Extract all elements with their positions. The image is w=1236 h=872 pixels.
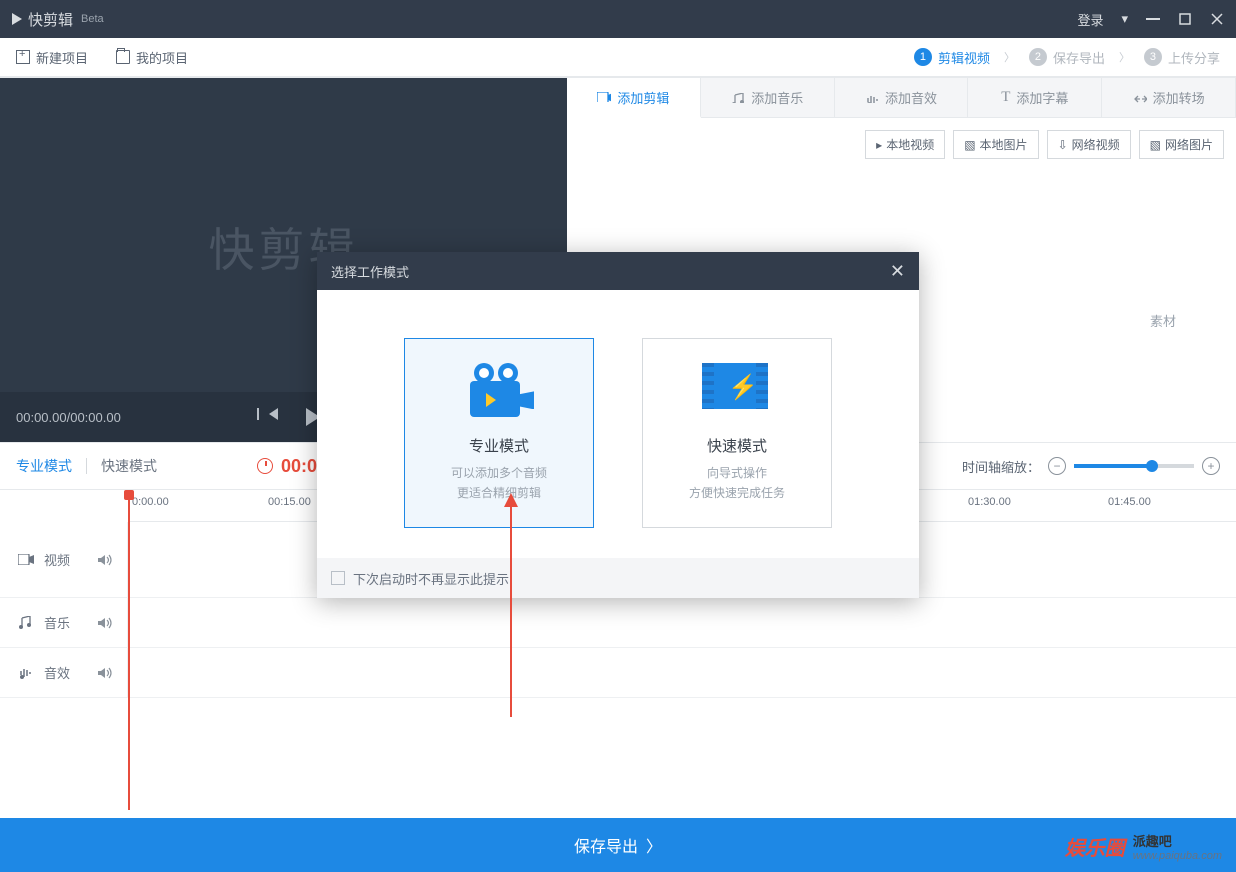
new-project-label: 新建项目 — [36, 48, 88, 67]
ruler-tick: 01:45.00 — [1108, 496, 1151, 508]
image-icon: ▧ — [1150, 138, 1161, 152]
play-icon: ▸ — [876, 138, 882, 152]
step-3[interactable]: 3上传分享 — [1144, 48, 1220, 67]
close-button[interactable] — [1210, 12, 1224, 26]
media-source-buttons: ▸本地视频 ▧本地图片 ⇩网络视频 ▧网络图片 — [567, 118, 1236, 171]
separator — [86, 458, 87, 474]
annotation-arrow — [510, 505, 512, 717]
step-indicator: 1剪辑视频 〉 2保存导出 〉 3上传分享 — [914, 48, 1220, 67]
text-icon: T — [1001, 89, 1010, 106]
mode-select-dialog: 选择工作模式 ✕ 专业模式 可以添加多个音频 更适合精细剪辑 ⚡ 快速模式 向导… — [317, 252, 919, 598]
time-display: 00:00.00/00:00.00 — [16, 410, 121, 425]
export-button[interactable]: 保存导出 〉 — [0, 818, 1236, 872]
pro-mode-card[interactable]: 专业模式 可以添加多个音频 更适合精细剪辑 — [404, 338, 594, 528]
music-icon — [731, 93, 745, 103]
zoom-control: 时间轴缩放： − + — [962, 457, 1220, 476]
folder-icon — [116, 50, 130, 64]
sfx-icon — [865, 93, 879, 103]
play-icon — [12, 13, 22, 25]
maximize-button[interactable] — [1178, 12, 1192, 26]
web-video-button[interactable]: ⇩网络视频 — [1047, 130, 1131, 159]
pro-mode-tab[interactable]: 专业模式 — [16, 456, 72, 476]
chevron-right-icon: 〉 — [646, 833, 662, 857]
media-tabs: 添加剪辑 添加音乐 添加音效 T添加字幕 添加转场 — [567, 78, 1236, 118]
music-track[interactable]: 音乐 — [0, 598, 1236, 648]
quick-mode-card[interactable]: ⚡ 快速模式 向导式操作 方便快速完成任务 — [642, 338, 832, 528]
image-icon: ▧ — [964, 138, 975, 152]
local-video-button[interactable]: ▸本地视频 — [865, 130, 945, 159]
ruler-tick: 01:30.00 — [968, 496, 1011, 508]
my-projects-label: 我的项目 — [136, 48, 188, 67]
beta-label: Beta — [81, 13, 104, 25]
zoom-label: 时间轴缩放： — [962, 457, 1040, 476]
close-icon[interactable]: ✕ — [890, 261, 905, 282]
sound-icon[interactable] — [97, 616, 113, 630]
music-track-label: 音乐 — [0, 598, 128, 647]
app-logo: 快剪辑 Beta — [12, 9, 104, 30]
local-image-button[interactable]: ▧本地图片 — [953, 130, 1038, 159]
previous-button[interactable] — [269, 408, 278, 420]
dialog-header: 选择工作模式 ✕ — [317, 252, 919, 290]
zoom-slider[interactable] — [1074, 464, 1194, 468]
tab-add-music[interactable]: 添加音乐 — [701, 78, 835, 117]
dont-show-label: 下次启动时不再显示此提示 — [353, 569, 509, 588]
dialog-footer: 下次启动时不再显示此提示 — [317, 558, 919, 598]
ruler-tick: 0:00.00 — [132, 496, 169, 508]
watermark-name: 派趣吧 — [1133, 831, 1222, 850]
titlebar: 快剪辑 Beta 登录 ▾ — [0, 0, 1236, 38]
playhead[interactable] — [128, 490, 130, 810]
music-icon — [18, 616, 34, 630]
app-name: 快剪辑 — [28, 9, 73, 30]
dropdown-icon[interactable]: ▾ — [1121, 11, 1128, 27]
film-icon: ⚡ — [702, 363, 772, 417]
sound-icon[interactable] — [97, 553, 113, 567]
quick-mode-tab[interactable]: 快速模式 — [101, 456, 157, 476]
tab-add-subtitle[interactable]: T添加字幕 — [968, 78, 1102, 117]
quick-mode-desc: 向导式操作 方便快速完成任务 — [689, 464, 785, 502]
plus-icon — [16, 50, 30, 64]
ruler-tick: 00:15.00 — [268, 496, 311, 508]
toolbar: 新建项目 我的项目 1剪辑视频 〉 2保存导出 〉 3上传分享 — [0, 38, 1236, 78]
video-icon — [18, 554, 34, 565]
pro-mode-desc: 可以添加多个音频 更适合精细剪辑 — [451, 464, 547, 502]
sound-icon[interactable] — [97, 666, 113, 680]
tab-add-sfx[interactable]: 添加音效 — [835, 78, 969, 117]
my-projects-button[interactable]: 我的项目 — [116, 48, 188, 67]
pro-mode-title: 专业模式 — [469, 435, 529, 456]
sfx-track[interactable]: 音效 — [0, 648, 1236, 698]
web-image-button[interactable]: ▧网络图片 — [1139, 130, 1224, 159]
new-project-button[interactable]: 新建项目 — [16, 48, 88, 67]
video-icon — [597, 92, 611, 102]
step-1[interactable]: 1剪辑视频 — [914, 48, 990, 67]
step-2[interactable]: 2保存导出 — [1029, 48, 1105, 67]
sfx-icon — [18, 666, 34, 680]
zoom-out-button[interactable]: − — [1048, 457, 1066, 475]
sfx-track-label: 音效 — [0, 648, 128, 697]
video-track-label: 视频 — [0, 522, 128, 597]
dialog-title: 选择工作模式 — [331, 262, 409, 281]
tab-add-clip[interactable]: 添加剪辑 — [567, 78, 701, 118]
chevron-right-icon: 〉 — [1119, 49, 1130, 65]
minimize-button[interactable] — [1146, 12, 1160, 26]
tab-add-transition[interactable]: 添加转场 — [1102, 78, 1236, 117]
login-button[interactable]: 登录 — [1077, 10, 1103, 29]
watermark-url: www.paiquba.com — [1133, 850, 1222, 862]
transition-icon — [1133, 93, 1147, 103]
watermark-logo: 娱乐圈 — [1065, 832, 1125, 861]
download-icon: ⇩ — [1058, 138, 1068, 152]
dont-show-checkbox[interactable] — [331, 571, 345, 585]
chevron-right-icon: 〉 — [1004, 49, 1015, 65]
quick-mode-title: 快速模式 — [707, 435, 767, 456]
clock-icon — [257, 458, 273, 474]
camera-icon — [464, 363, 534, 417]
page-watermark: 娱乐圈 派趣吧 www.paiquba.com — [1065, 831, 1222, 862]
zoom-in-button[interactable]: + — [1202, 457, 1220, 475]
